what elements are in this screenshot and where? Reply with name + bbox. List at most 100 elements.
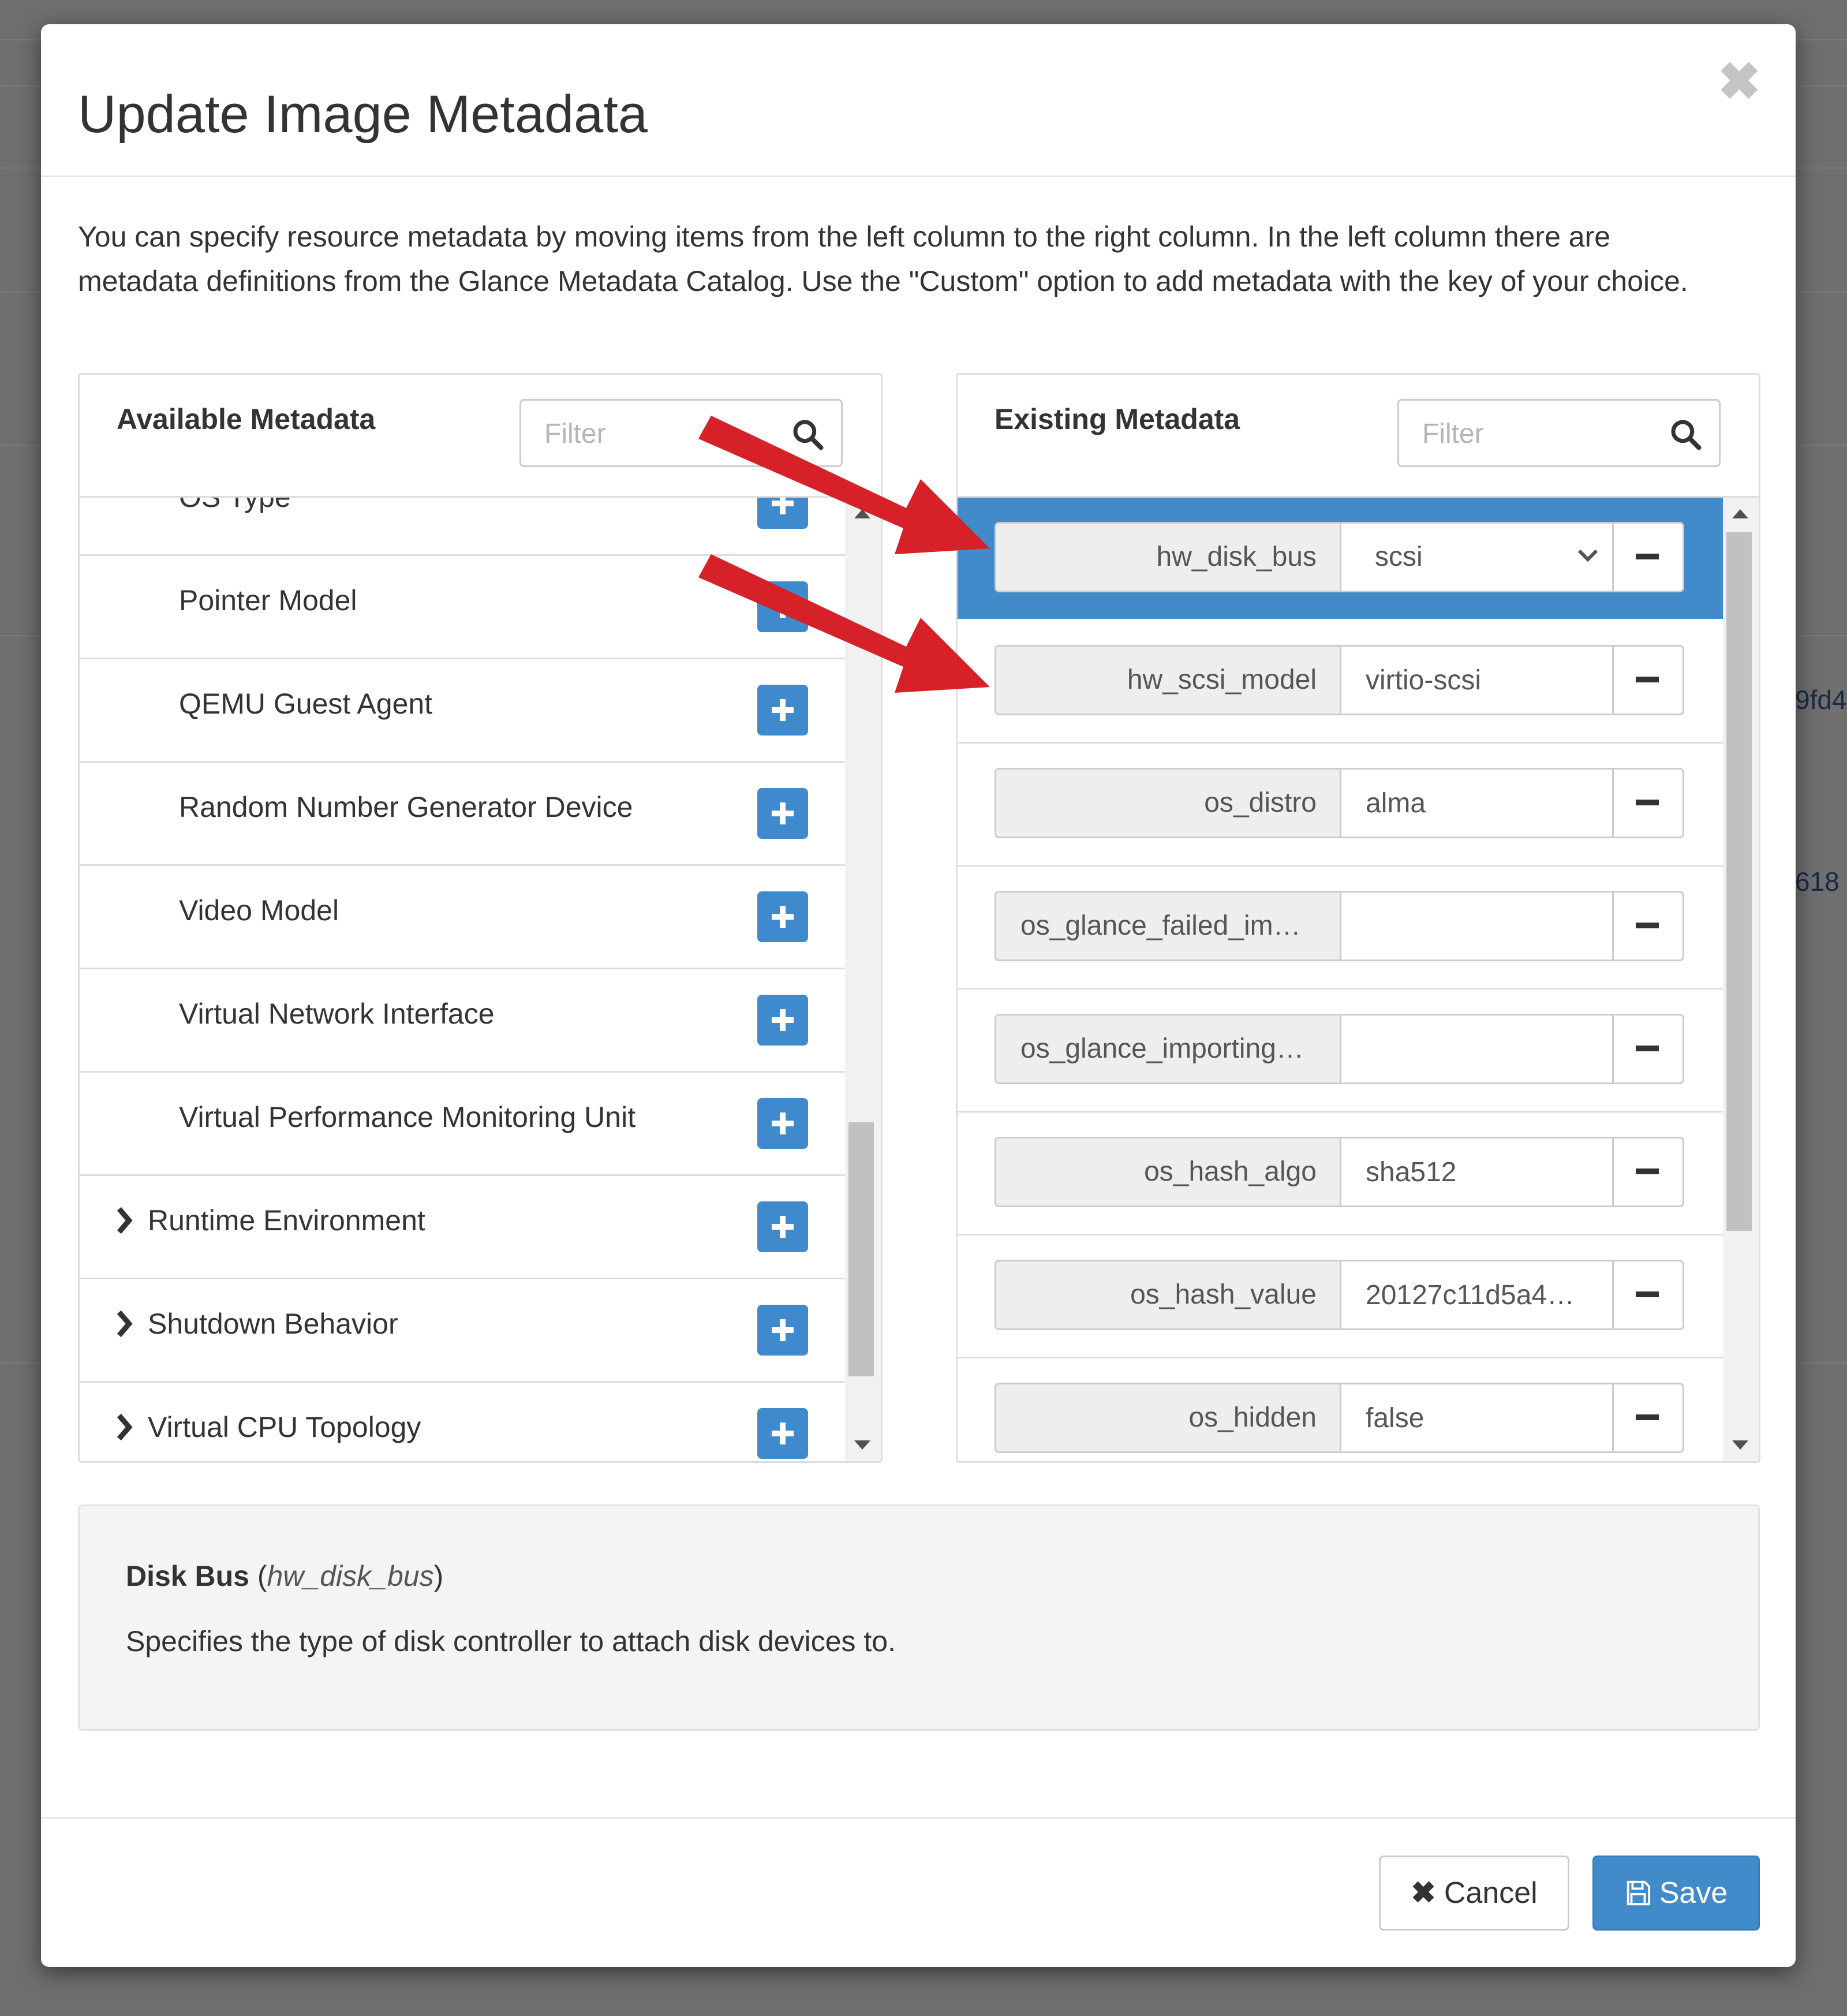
existing-item[interactable]: os_hash_value (958, 1235, 1723, 1358)
value-input[interactable] (1341, 1261, 1612, 1328)
existing-filter-input[interactable] (1421, 401, 1666, 466)
existing-item[interactable]: os_hash_algo (958, 1112, 1723, 1235)
metadata-description: Disk Bus (hw_disk_bus) Specifies the typ… (78, 1504, 1760, 1731)
metadata-key: os_glance_failed_im… (996, 893, 1341, 960)
close-icon[interactable]: ✖ (1718, 56, 1761, 108)
panel-title: Existing Metadata (994, 403, 1240, 435)
remove-icon[interactable] (1614, 1261, 1683, 1328)
available-item-label: Virtual Network Interface (179, 998, 495, 1030)
close-icon: ✖ (1411, 1876, 1436, 1910)
metadata-key: hw_scsi_model (996, 647, 1341, 714)
add-icon[interactable] (757, 995, 808, 1046)
existing-metadata-panel: Existing Metadata hw_disk_bus scsi hw_scsi… (956, 373, 1760, 1463)
update-metadata-modal: Update Image Metadata ✖ You can specify … (41, 24, 1796, 1967)
search-icon[interactable] (1669, 418, 1702, 450)
available-item[interactable]: Virtual Network Interface (80, 969, 845, 1073)
available-item-label: QEMU Guest Agent (179, 688, 433, 720)
remove-icon[interactable] (1614, 770, 1683, 837)
existing-scrollbar[interactable] (1723, 498, 1759, 1461)
key-value-group: os_distro (994, 768, 1684, 838)
remove-icon[interactable] (1614, 647, 1683, 714)
scroll-up-arrow-icon[interactable] (1732, 509, 1748, 518)
chevron-right-icon[interactable] (115, 1311, 133, 1337)
scroll-thumb[interactable] (848, 1122, 874, 1376)
available-item-label: Shutdown Behavior (148, 1308, 398, 1340)
chevron-down-icon (1577, 549, 1598, 562)
existing-item[interactable]: hw_scsi_model (958, 621, 1723, 744)
key-value-group: hw_disk_bus scsi (994, 522, 1684, 592)
available-item-label: OS Type (179, 498, 291, 514)
value-input[interactable] (1341, 893, 1612, 960)
metadata-key: os_hidden (996, 1384, 1341, 1451)
available-item-label: Video Model (179, 894, 339, 927)
available-item-label: Runtime Environment (148, 1204, 425, 1237)
value-field (1341, 1261, 1614, 1328)
add-icon[interactable] (757, 1408, 808, 1459)
remove-icon[interactable] (1614, 1016, 1683, 1082)
description-title: Disk Bus (hw_disk_bus) (126, 1560, 444, 1592)
add-icon[interactable] (757, 788, 808, 839)
add-icon[interactable] (757, 1305, 808, 1356)
scroll-thumb[interactable] (1726, 532, 1752, 1231)
available-item[interactable]: Shutdown Behavior (80, 1279, 845, 1383)
save-label: Save (1659, 1876, 1728, 1910)
remove-icon[interactable] (1614, 524, 1683, 591)
remove-icon[interactable] (1614, 1384, 1683, 1451)
value-input[interactable] (1341, 1016, 1612, 1082)
metadata-key: os_hash_algo (996, 1138, 1341, 1205)
existing-item[interactable]: hw_disk_bus scsi (958, 498, 1723, 619)
key-value-group: os_glance_importing… (994, 1014, 1684, 1084)
available-item[interactable]: Random Number Generator Device (80, 763, 845, 866)
available-item-label: Virtual CPU Topology (148, 1411, 421, 1443)
remove-icon[interactable] (1614, 1138, 1683, 1205)
add-icon[interactable] (757, 891, 808, 942)
value-field (1341, 1138, 1614, 1205)
value-field (1341, 893, 1614, 960)
remove-icon[interactable] (1614, 893, 1683, 960)
save-button[interactable]: Save (1592, 1856, 1760, 1931)
add-icon[interactable] (757, 1098, 808, 1149)
available-item[interactable]: Video Model (80, 866, 845, 969)
value-select[interactable]: scsi (1341, 524, 1614, 591)
available-item-label: Virtual Performance Monitoring Unit (179, 1101, 636, 1133)
key-value-group: os_hidden (994, 1383, 1684, 1453)
cancel-label: Cancel (1444, 1876, 1538, 1910)
available-item-label: Pointer Model (179, 584, 357, 617)
panel-header: Existing Metadata (958, 375, 1759, 498)
add-icon[interactable] (757, 1201, 808, 1252)
chevron-right-icon[interactable] (115, 1414, 133, 1440)
scroll-down-arrow-icon[interactable] (1732, 1440, 1748, 1450)
cancel-button[interactable]: ✖ Cancel (1379, 1856, 1569, 1931)
value-input[interactable] (1341, 770, 1612, 837)
available-item[interactable]: Virtual Performance Monitoring Unit (80, 1073, 845, 1176)
existing-item[interactable]: os_glance_importing… (958, 990, 1723, 1112)
metadata-key: os_glance_importing… (996, 1016, 1341, 1082)
value-field (1341, 647, 1614, 714)
existing-filter (1397, 399, 1721, 467)
intro-text: You can specify resource metadata by mov… (78, 221, 1688, 297)
available-item-label: Random Number Generator Device (179, 791, 633, 823)
existing-item[interactable]: os_distro (958, 744, 1723, 867)
key-value-group: os_hash_value (994, 1260, 1684, 1330)
value-input[interactable] (1341, 1138, 1612, 1205)
existing-list: hw_disk_bus scsi hw_scsi_model os_distro os_… (958, 498, 1723, 1461)
available-item[interactable]: Virtual CPU Topology (80, 1383, 845, 1461)
value-field (1341, 770, 1614, 837)
key-value-group: hw_scsi_model (994, 645, 1684, 715)
value-input[interactable] (1341, 647, 1612, 714)
available-item[interactable]: Runtime Environment (80, 1176, 845, 1279)
background-text: 9fd4 (1795, 685, 1847, 715)
description-text: Specifies the type of disk controller to… (126, 1625, 896, 1657)
value-field (1341, 1016, 1614, 1082)
existing-item[interactable]: os_glance_failed_im… (958, 867, 1723, 990)
key-value-group: os_glance_failed_im… (994, 891, 1684, 961)
existing-item[interactable]: os_hidden (958, 1358, 1723, 1461)
key-value-group: os_hash_algo (994, 1137, 1684, 1207)
chevron-right-icon[interactable] (115, 1207, 133, 1234)
metadata-key: os_distro (996, 770, 1341, 837)
description-name: Disk Bus (126, 1560, 249, 1592)
value-input[interactable] (1341, 1384, 1612, 1451)
value-select-text: scsi (1375, 542, 1423, 572)
metadata-key: hw_disk_bus (996, 524, 1341, 591)
scroll-down-arrow-icon[interactable] (854, 1440, 870, 1450)
